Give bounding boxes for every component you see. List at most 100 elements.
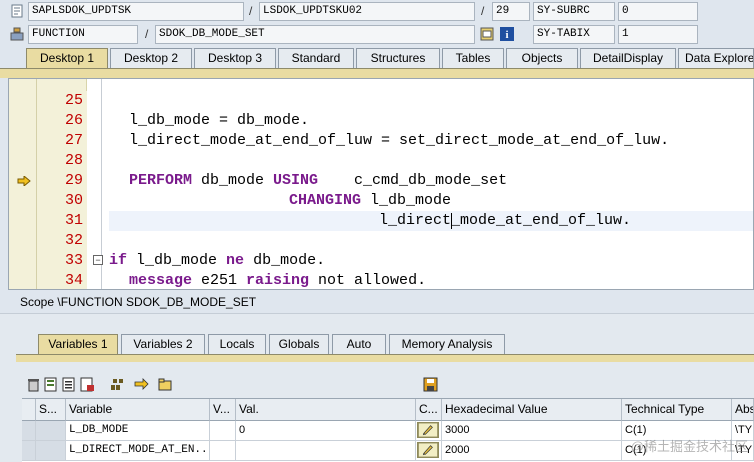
tab-desktop-3[interactable]: Desktop 3 xyxy=(194,48,276,68)
include-name-field[interactable]: LSDOK_UPDTSKU02 xyxy=(259,2,475,21)
keyword: raising xyxy=(246,272,310,289)
col-header-variable[interactable]: Variable xyxy=(66,399,210,421)
pencil-icon[interactable] xyxy=(417,442,439,458)
code-text: db_mode xyxy=(192,172,274,189)
table-cell-s xyxy=(36,441,66,461)
row-selector[interactable] xyxy=(22,421,36,441)
code-text: e251 xyxy=(192,272,247,289)
separator-slash: / xyxy=(481,4,485,18)
desktop-tab-strip: Desktop 1 Desktop 2 Desktop 3 Standard S… xyxy=(0,48,754,68)
variables-tab-strip: Variables 1 Variables 2 Locals Globals A… xyxy=(0,334,754,354)
table-cell-change xyxy=(416,421,442,441)
transfer-icon[interactable] xyxy=(134,377,149,392)
col-header-type[interactable]: Technical Type xyxy=(622,399,732,421)
tab-variables-1[interactable]: Variables 1 xyxy=(38,334,118,354)
list-icon[interactable] xyxy=(62,377,77,392)
table-cell-hex: 2000 xyxy=(442,441,622,461)
code-line-31: l_direct_mode_at_end_of_luw. xyxy=(379,212,632,229)
line-number: 31 xyxy=(37,211,87,231)
tab-memory-analysis[interactable]: Memory Analysis xyxy=(389,334,505,354)
text-cursor xyxy=(451,213,452,229)
line-number: 29 xyxy=(37,171,87,191)
keyword: CHANGING xyxy=(289,192,362,209)
header-row-program: SAPLSDOK_UPDTSK / LSDOK_UPDTSKU02 / 29 S… xyxy=(0,1,754,23)
line-number: 32 xyxy=(37,231,87,251)
col-header-abs[interactable]: Abs xyxy=(732,399,754,421)
tab-desktop-2[interactable]: Desktop 2 xyxy=(110,48,192,68)
code-text: l_db_mode xyxy=(127,252,227,269)
line-number: 27 xyxy=(37,131,87,151)
tab-content-border xyxy=(0,68,754,78)
scope-label: Scope \FUNCTION SDOK_DB_MODE_SET xyxy=(0,291,754,313)
code-text: l_db_mode xyxy=(361,192,452,209)
tab-standard[interactable]: Standard xyxy=(278,48,354,68)
add-row-icon[interactable] xyxy=(44,377,59,392)
line-number: 33 xyxy=(37,251,87,271)
tab-globals[interactable]: Globals xyxy=(269,334,329,354)
sysvar1-value-field[interactable]: 0 xyxy=(618,2,698,21)
table-cell-change xyxy=(416,441,442,461)
keyword: if xyxy=(109,252,128,269)
col-header-s[interactable]: S... xyxy=(36,399,66,421)
table-cell-v xyxy=(210,441,236,461)
separator-slash: / xyxy=(249,4,253,18)
table-cell-s xyxy=(36,421,66,441)
line-number-field[interactable]: 29 xyxy=(492,2,530,21)
tab-locals[interactable]: Locals xyxy=(208,334,266,354)
watermark-text: @稀土掘金技术社区 xyxy=(630,439,748,454)
variables-toolbar xyxy=(22,375,754,395)
table-cell-value[interactable]: 0 xyxy=(236,421,416,441)
folder-icon[interactable] xyxy=(158,377,173,392)
tab-data-explorer[interactable]: Data Explorer xyxy=(678,48,754,68)
info-icon[interactable]: i xyxy=(500,27,514,41)
tab-desktop-1[interactable]: Desktop 1 xyxy=(26,48,108,68)
col-header-v[interactable]: V... xyxy=(210,399,236,421)
code-line-30: CHANGING l_db_mode xyxy=(289,191,451,211)
table-cell-value[interactable] xyxy=(236,441,416,461)
table-cell-v xyxy=(210,421,236,441)
tab-detail-display[interactable]: DetailDisplay xyxy=(580,48,676,68)
delete-icon[interactable] xyxy=(26,377,41,392)
row-selector[interactable] xyxy=(22,441,36,461)
var-tab-content-border xyxy=(16,354,754,362)
source-code-editor[interactable]: 25 26 27 28 29 30 31 32 33 34 l_db_mode … xyxy=(8,78,754,290)
display-source-icon[interactable] xyxy=(480,27,494,41)
breakpoint-arrow-icon xyxy=(17,176,31,186)
tab-structures[interactable]: Structures xyxy=(356,48,440,68)
table-cell-variable[interactable]: L_DB_MODE xyxy=(66,421,210,441)
sysvar1-name-field[interactable]: SY-SUBRC xyxy=(533,2,615,21)
code-line-26: l_db_mode = db_mode. xyxy=(129,112,310,129)
event-type-field[interactable]: FUNCTION xyxy=(28,25,138,44)
table-cell-hex: 3000 xyxy=(442,421,622,441)
table-cell-variable[interactable]: L_DIRECT_MODE_AT_EN... xyxy=(66,441,210,461)
hierarchy-icon[interactable] xyxy=(110,377,125,392)
line-number: 26 xyxy=(37,111,87,131)
code-line-33: if l_db_mode ne db_mode. xyxy=(109,251,325,271)
save-icon[interactable] xyxy=(423,377,438,392)
keyword: ne xyxy=(226,252,245,269)
tab-variables-2[interactable]: Variables 2 xyxy=(121,334,205,354)
svg-text:i: i xyxy=(505,29,508,41)
col-header-value[interactable]: Val. xyxy=(236,399,416,421)
tab-objects[interactable]: Objects xyxy=(506,48,578,68)
separator-slash: / xyxy=(145,27,149,41)
sysvar2-value-field[interactable]: 1 xyxy=(618,25,698,44)
line-number: 34 xyxy=(37,271,87,289)
tab-auto[interactable]: Auto xyxy=(332,334,386,354)
code-line-27: l_direct_mode_at_end_of_luw = set_direct… xyxy=(129,132,670,149)
pencil-icon[interactable] xyxy=(417,422,439,438)
line-number: 28 xyxy=(37,151,87,171)
program-name-field[interactable]: SAPLSDOK_UPDTSK xyxy=(28,2,244,21)
header-row-event: FUNCTION / SDOK_DB_MODE_SET i SY-TABIX 1 xyxy=(0,24,754,46)
code-text: db_mode. xyxy=(244,252,326,269)
tab-tables[interactable]: Tables xyxy=(442,48,504,68)
code-line-34: message e251 raising not allowed. xyxy=(129,271,427,289)
save-layout-icon[interactable] xyxy=(80,377,95,392)
fold-toggle-icon[interactable]: − xyxy=(93,255,103,265)
col-header-c[interactable]: C... xyxy=(416,399,442,421)
code-text: not allowed. xyxy=(309,272,427,289)
event-name-field[interactable]: SDOK_DB_MODE_SET xyxy=(155,25,475,44)
row-selector-header[interactable] xyxy=(22,399,36,421)
col-header-hex[interactable]: Hexadecimal Value xyxy=(442,399,622,421)
sysvar2-name-field[interactable]: SY-TABIX xyxy=(533,25,615,44)
